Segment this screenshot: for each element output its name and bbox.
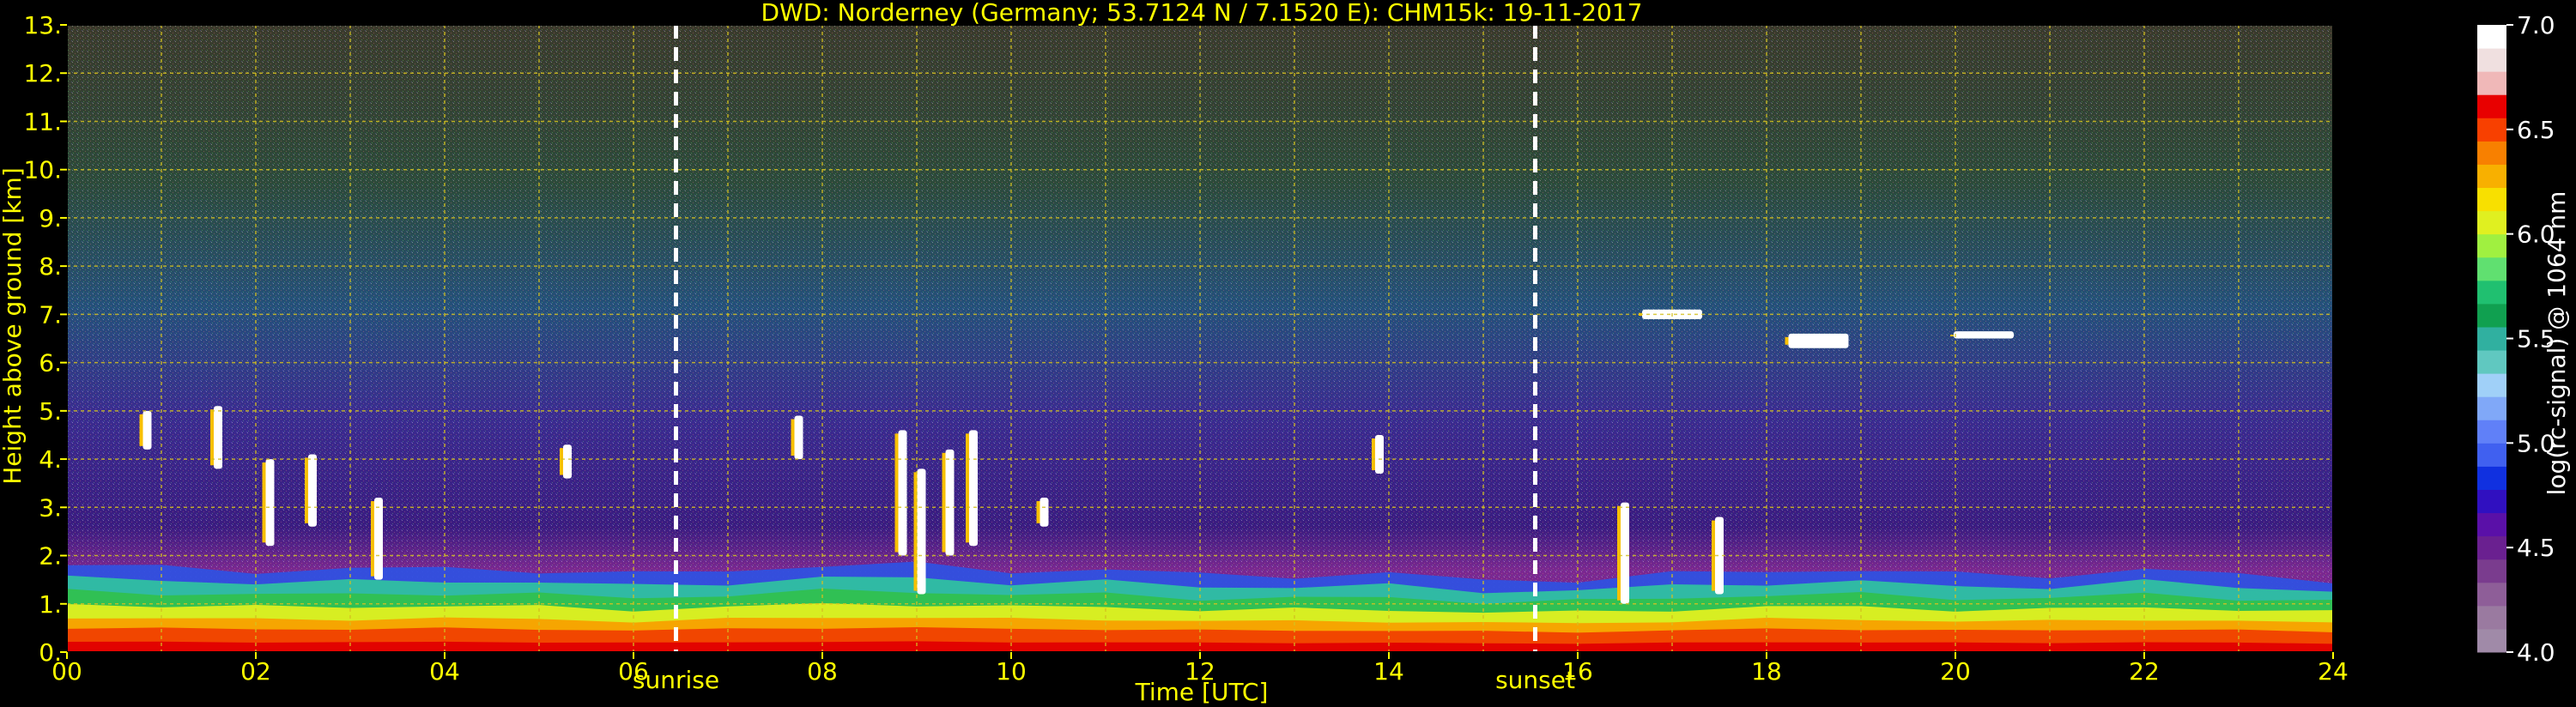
colorbar-swatch	[2477, 582, 2506, 607]
colorbar-swatch	[2477, 303, 2506, 328]
cloud-feature	[917, 468, 926, 595]
cloud-feature-edge	[894, 433, 899, 553]
cloud-feature-edge	[966, 433, 969, 543]
cloud-feature-edge	[262, 462, 266, 543]
cloud-feature-edge	[371, 501, 374, 577]
cloud-feature-edge	[942, 452, 946, 553]
cloud-feature	[1788, 333, 1849, 348]
y-tick-label: 10.	[23, 156, 62, 184]
colorbar-swatch	[2477, 210, 2506, 235]
colorbar-swatch	[2477, 257, 2506, 281]
y-tick-label: 1.	[39, 590, 62, 619]
cloud-feature	[265, 459, 275, 547]
colorbar-tick-label: 4.0	[2517, 638, 2555, 667]
cloud-feature-edge	[1372, 438, 1375, 470]
cloud-feature	[1621, 502, 1629, 604]
colorbar-swatch	[2477, 489, 2506, 514]
colorbar-swatch	[2477, 535, 2506, 560]
colorbar-swatch	[2477, 94, 2506, 118]
cloud-feature	[142, 410, 152, 450]
colorbar-tick-label: 4.5	[2517, 534, 2555, 562]
cloud-feature-edge	[210, 409, 214, 466]
cloud-feature-edge	[560, 448, 563, 475]
colorbar-swatch	[2477, 443, 2506, 467]
cloud-feature-edge	[305, 457, 308, 523]
cloud-feature	[969, 430, 978, 547]
colorbar-swatch	[2477, 233, 2506, 258]
cloud-feature	[1954, 331, 2014, 339]
cloud-feature-edge	[1036, 501, 1040, 523]
cloud-feature	[1375, 434, 1384, 474]
colorbar-swatch	[2477, 512, 2506, 537]
y-tick-label: 5.	[39, 397, 62, 426]
colorbar-swatch	[2477, 71, 2506, 95]
colorbar-swatch	[2477, 396, 2506, 420]
colorbar-swatch	[2477, 141, 2506, 165]
x-tick-label: 24	[2318, 657, 2349, 686]
x-tick-label: 18	[1751, 657, 1782, 686]
x-tick-label: 10	[996, 657, 1027, 686]
cloud-feature-edge	[139, 414, 143, 446]
x-tick-label: 20	[1940, 657, 1971, 686]
y-tick-label: 13.	[23, 11, 62, 39]
sunset-label: sunset	[1495, 666, 1575, 694]
colorbar-swatch	[2477, 25, 2506, 49]
colorbar-swatch	[2477, 48, 2506, 72]
x-tick-label: 22	[2129, 657, 2160, 686]
x-tick-label: 02	[240, 657, 271, 686]
cloud-feature	[794, 415, 803, 460]
colorbar-swatch	[2477, 118, 2506, 142]
y-tick-label: 6.	[39, 349, 62, 378]
cloud-feature-edge	[1617, 505, 1621, 601]
colorbar-label: log(rc-signal) @ 1064 nm	[2543, 191, 2571, 496]
colorbar-swatch	[2477, 164, 2506, 189]
colorbar-tick-label: 7.0	[2517, 11, 2555, 39]
y-tick-label: 12.	[23, 59, 62, 88]
colorbar-swatch	[2477, 628, 2506, 653]
y-tick-label: 4.	[39, 445, 62, 474]
colorbar-swatch	[2477, 280, 2506, 305]
ceilometer-chart: 00 02 04 06 08 10 12 14 16 18 20 22 24 0.1.2.3.4.5.6…	[0, 0, 2576, 707]
colorbar-swatch	[2477, 420, 2506, 444]
cloud-feature	[563, 444, 572, 479]
sunrise-label: sunrise	[633, 666, 719, 694]
cloud-feature	[1039, 498, 1049, 527]
cloud-feature	[945, 449, 955, 556]
cloud-feature-edge	[791, 419, 795, 456]
chart-title: DWD: Norderney (Germany; 53.7124 N / 7.1…	[761, 0, 1642, 27]
cloud-feature	[374, 498, 383, 580]
y-tick-label: 11.	[23, 107, 62, 136]
x-axis-label: Time [UTC]	[1135, 678, 1269, 706]
y-axis-label: Height above ground [km]	[0, 167, 27, 485]
x-tick-label: 14	[1373, 657, 1404, 686]
colorbar-swatch	[2477, 373, 2506, 397]
y-tick-label: 9.	[39, 204, 62, 233]
cloud-feature-edge	[1785, 336, 1789, 345]
cloud-feature-edge	[1950, 335, 1954, 337]
cloud-feature	[308, 454, 317, 527]
y-tick-label: 3.	[39, 493, 62, 522]
plot-area: 00 02 04 06 08 10 12 14 16 18 20 22 24 0.1.2.3.4.5.6…	[23, 11, 2348, 686]
colorbar-swatch	[2477, 326, 2506, 351]
y-tick-label: 8.	[39, 252, 62, 281]
y-tick-label: 0.	[39, 638, 62, 667]
cloud-feature-edge	[913, 472, 918, 591]
colorbar-swatch	[2477, 466, 2506, 490]
colorbar-swatch	[2477, 350, 2506, 374]
y-tick-label: 7.	[39, 300, 62, 329]
colorbar-swatch	[2477, 605, 2506, 630]
y-tick-label: 2.	[39, 542, 62, 571]
colorbar-swatch	[2477, 187, 2506, 212]
x-tick-label: 08	[807, 657, 838, 686]
colorbar-tick-label: 6.5	[2517, 116, 2555, 144]
colorbar-swatches	[2477, 25, 2506, 653]
cloud-feature	[898, 430, 907, 556]
x-tick-label: 04	[429, 657, 460, 686]
cloud-feature-edge	[1712, 520, 1715, 591]
colorbar-swatch	[2477, 559, 2506, 583]
